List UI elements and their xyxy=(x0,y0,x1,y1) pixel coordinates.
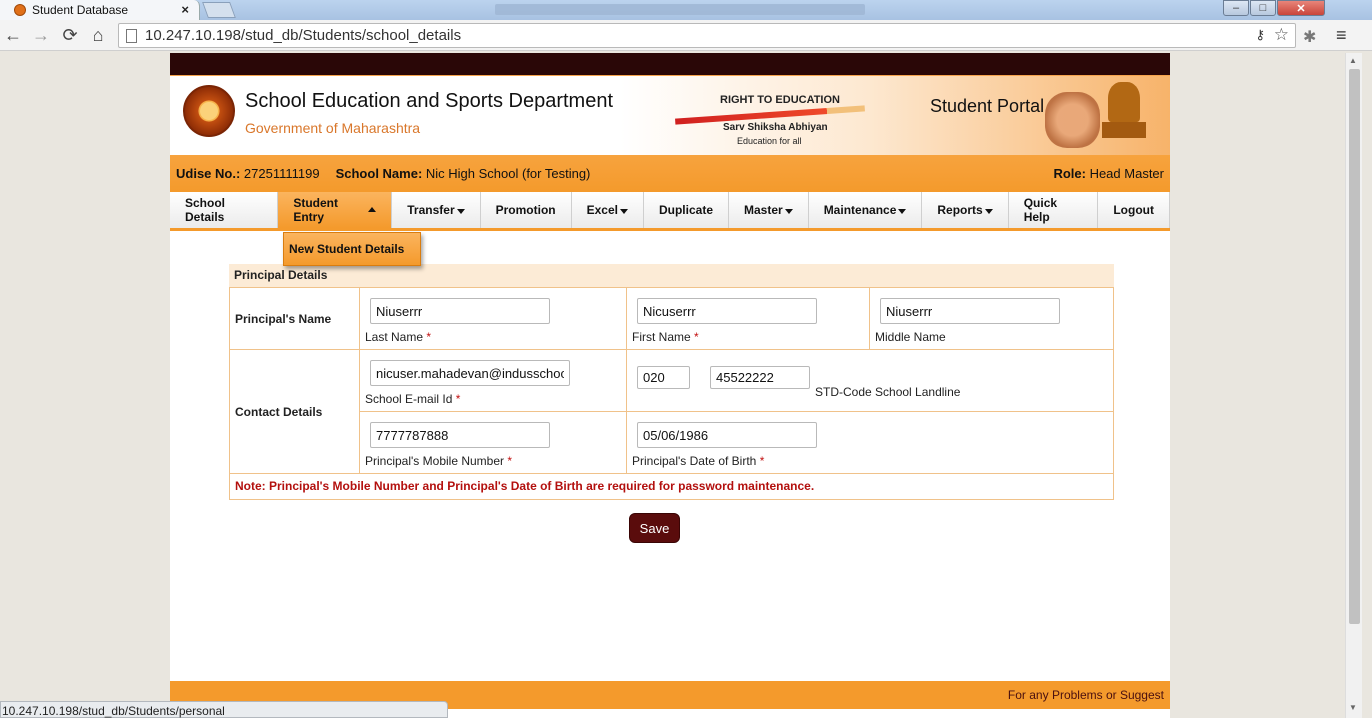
window-close-button[interactable]: ✕ xyxy=(1277,0,1325,16)
section-title: Principal Details xyxy=(229,264,1114,287)
portal-title: Student Portal xyxy=(930,96,1045,116)
browser-tab[interactable]: Student Database × xyxy=(0,0,200,20)
role-info: Role: Head Master xyxy=(1053,166,1164,181)
caret-up-icon xyxy=(368,207,377,212)
caret-down-icon xyxy=(456,209,465,214)
caret-down-icon xyxy=(984,209,993,214)
dropdown-new-student-details[interactable]: New Student Details xyxy=(283,232,421,266)
last-name-label: Last Name * xyxy=(365,330,432,344)
national-emblem-icon xyxy=(1098,82,1150,148)
site-favicon-icon xyxy=(14,4,26,16)
menu-student-entry[interactable]: Student Entry xyxy=(278,192,393,228)
rte-logo: RIGHT TO EDUCATION Sarv Shiksha Abhiyan … xyxy=(675,82,875,152)
scroll-up-icon[interactable]: ▲ xyxy=(1349,56,1357,65)
back-arrow-icon[interactable]: ← xyxy=(3,25,23,45)
reload-icon[interactable]: ⟳ xyxy=(60,25,80,45)
menu-transfer[interactable]: Transfer xyxy=(392,192,481,228)
first-name-input[interactable] xyxy=(637,298,817,324)
address-url[interactable]: 10.247.10.198/stud_db/Students/school_de… xyxy=(145,27,461,44)
address-bar[interactable]: 10.247.10.198/stud_db/Students/school_de… xyxy=(118,23,1296,48)
window-title xyxy=(495,4,865,15)
maharashtra-emblem-icon xyxy=(183,85,235,137)
department-subtitle: Government of Maharashtra xyxy=(245,120,421,136)
menu-maintenance[interactable]: Maintenance xyxy=(809,192,923,228)
std-code-input[interactable] xyxy=(637,366,690,389)
landline-label: STD-Code School Landline xyxy=(815,385,961,399)
middle-name-label: Middle Name xyxy=(875,330,946,344)
status-bar: 10.247.10.198/stud_db/Students/personal xyxy=(0,701,448,718)
principal-details-form: Principal Details Principal's Name Last … xyxy=(229,264,1114,500)
school-name-info: School Name: Nic High School (for Testin… xyxy=(335,166,591,181)
menu-duplicate[interactable]: Duplicate xyxy=(644,192,729,228)
caret-down-icon xyxy=(619,209,628,214)
department-title: School Education and Sports Department xyxy=(245,90,613,112)
mobile-label: Principal's Mobile Number * xyxy=(365,454,513,468)
email-input[interactable] xyxy=(370,360,570,386)
password-note: Note: Principal's Mobile Number and Prin… xyxy=(229,473,1114,500)
children-photo xyxy=(1045,92,1100,148)
site-header: School Education and Sports Department G… xyxy=(170,75,1170,155)
page-icon xyxy=(126,28,137,43)
menu-master[interactable]: Master xyxy=(729,192,809,228)
menu-logout[interactable]: Logout xyxy=(1098,192,1170,228)
dob-label: Principal's Date of Birth * xyxy=(632,454,765,468)
menu-school-details[interactable]: School Details xyxy=(170,192,279,228)
home-icon[interactable]: ⌂ xyxy=(88,25,108,45)
forward-arrow-icon[interactable]: → xyxy=(31,25,51,45)
menu-quick-help[interactable]: Quick Help xyxy=(1009,192,1099,228)
tab-title: Student Database xyxy=(32,3,129,17)
key-icon[interactable]: ⚷ xyxy=(1255,27,1265,43)
browser-menu-icon[interactable]: ≡ xyxy=(1336,25,1347,46)
contact-details-label: Contact Details xyxy=(229,349,360,474)
top-band xyxy=(170,53,1170,75)
main-menu: School Details Student Entry Transfer Pr… xyxy=(170,192,1170,231)
principal-name-label: Principal's Name xyxy=(229,287,360,350)
principal-details-table: Principal's Name Last Name * First Name … xyxy=(229,287,1114,500)
window-minimize-button[interactable]: – xyxy=(1223,0,1249,16)
browser-title-bar: Student Database × – □ ✕ xyxy=(0,0,1372,20)
new-tab-button[interactable] xyxy=(202,2,236,18)
info-bar: Udise No.: 27251111199 School Name: Nic … xyxy=(170,155,1170,192)
vertical-scrollbar[interactable]: ▲ ▼ xyxy=(1345,53,1362,718)
extension-puzzle-icon[interactable]: ✱ xyxy=(1303,27,1316,47)
mobile-input[interactable] xyxy=(370,422,550,448)
email-label: School E-mail Id * xyxy=(365,392,461,406)
rte-title: RIGHT TO EDUCATION xyxy=(720,94,840,106)
browser-toolbar: ← → ⟳ ⌂ 10.247.10.198/stud_db/Students/s… xyxy=(0,20,1372,51)
rte-ssa: Sarv Shiksha Abhiyan xyxy=(723,122,828,133)
menu-excel[interactable]: Excel xyxy=(572,192,644,228)
caret-down-icon xyxy=(898,209,907,214)
last-name-input[interactable] xyxy=(370,298,550,324)
tab-close-icon[interactable]: × xyxy=(181,2,189,17)
rte-tagline: Education for all xyxy=(737,136,802,146)
bookmark-star-icon[interactable]: ☆ xyxy=(1274,25,1289,45)
menu-reports[interactable]: Reports xyxy=(922,192,1009,228)
footer-text[interactable]: For any Problems or Suggest xyxy=(1008,688,1164,702)
scroll-thumb[interactable] xyxy=(1349,69,1360,624)
first-name-label: First Name * xyxy=(632,330,699,344)
menu-promotion[interactable]: Promotion xyxy=(481,192,572,228)
middle-name-input[interactable] xyxy=(880,298,1060,324)
udise-info: Udise No.: 27251111199 xyxy=(176,166,320,181)
dob-input[interactable] xyxy=(637,422,817,448)
caret-down-icon xyxy=(784,209,793,214)
save-button[interactable]: Save xyxy=(629,513,680,543)
scroll-down-icon[interactable]: ▼ xyxy=(1349,703,1357,712)
window-maximize-button[interactable]: □ xyxy=(1250,0,1276,16)
page-container: School Education and Sports Department G… xyxy=(170,53,1170,718)
landline-input[interactable] xyxy=(710,366,810,389)
